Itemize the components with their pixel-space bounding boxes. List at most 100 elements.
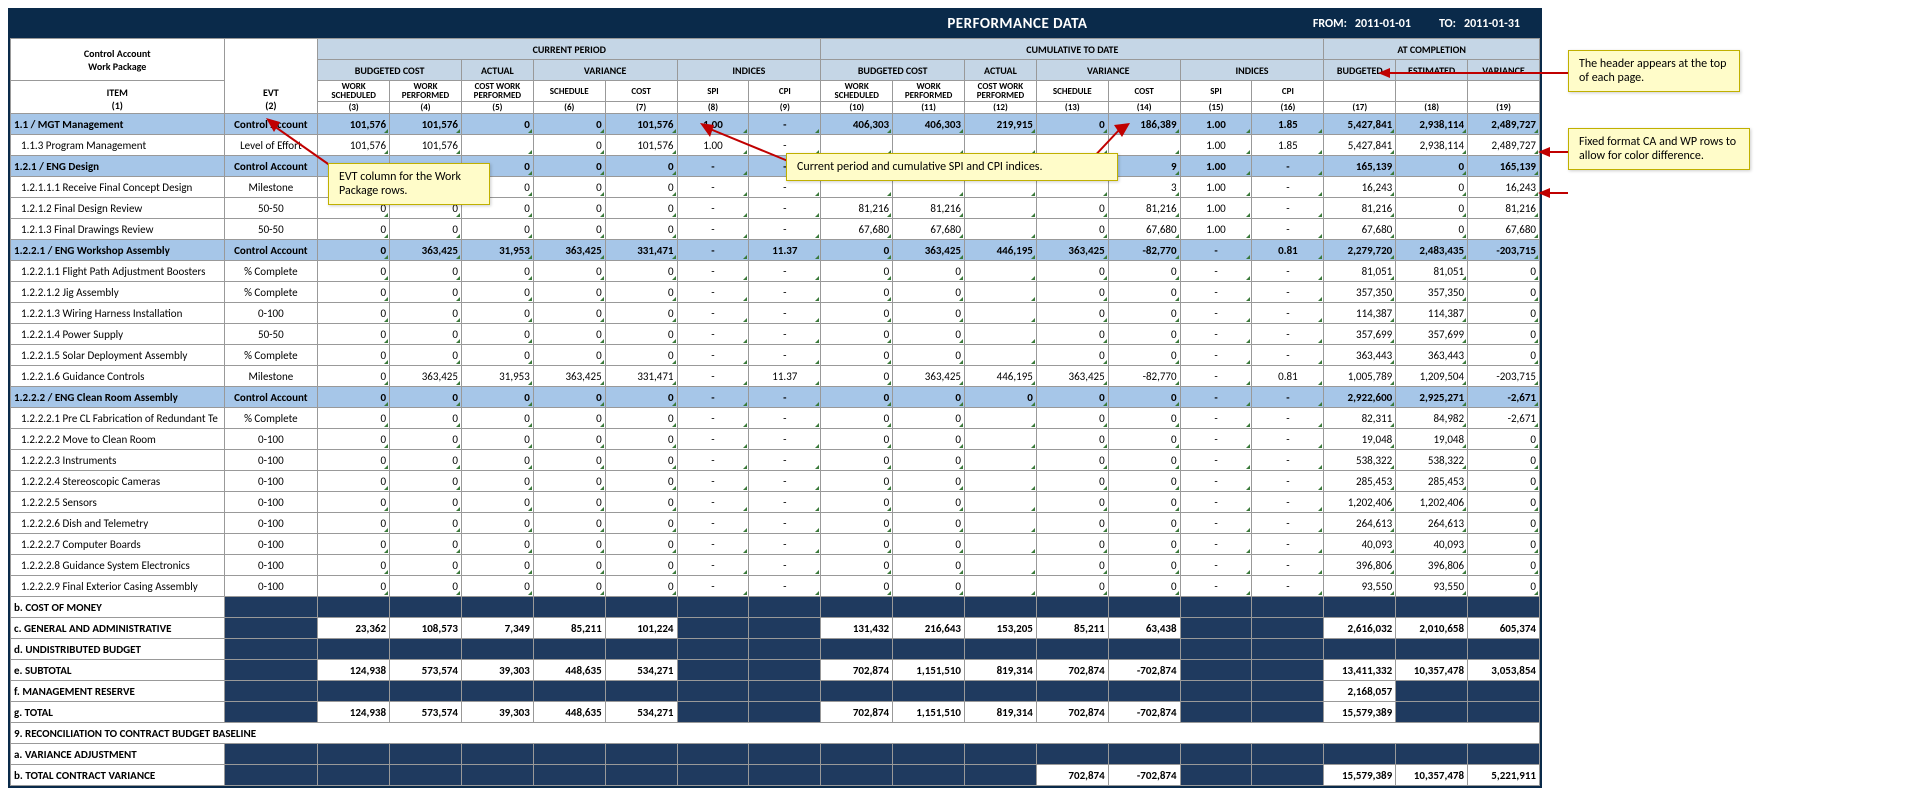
data-cell: 1.00	[1180, 135, 1252, 156]
data-cell: -	[749, 471, 821, 492]
data-cell: 0	[605, 156, 677, 177]
data-cell: 0	[893, 408, 965, 429]
data-cell: -	[677, 324, 749, 345]
evt-cell: 0-100	[224, 576, 318, 597]
data-cell: 0	[893, 429, 965, 450]
data-cell: -	[1180, 324, 1252, 345]
data-cell: 0	[533, 408, 605, 429]
data-cell: 0	[533, 198, 605, 219]
data-cell: 0	[1468, 429, 1540, 450]
data-cell: 0	[893, 387, 965, 408]
data-cell: 81,216	[821, 198, 893, 219]
data-cell: 1.00	[1180, 114, 1252, 135]
data-cell: 0	[1108, 471, 1180, 492]
data-cell: 538,322	[1324, 450, 1396, 471]
data-cell: -	[1180, 387, 1252, 408]
data-cell	[965, 261, 1037, 282]
item-cell: 1.2.2.1.5 Solar Deployment Assembly	[11, 345, 225, 366]
data-cell: 0	[1108, 303, 1180, 324]
callout-header: The header appears at the top of each pa…	[1568, 50, 1740, 92]
table-row: 1.2.2.2.9 Final Exterior Casing Assembly…	[11, 576, 1540, 597]
title-bar: PERFORMANCE DATA FROM: 2011-01-01 TO: 20…	[10, 10, 1540, 38]
item-cell: 1.1.3 Program Management	[11, 135, 225, 156]
data-cell: 0	[1036, 555, 1108, 576]
data-cell: -	[749, 261, 821, 282]
item-cell: 1.2.2.2.3 Instruments	[11, 450, 225, 471]
data-cell: 81,216	[1468, 198, 1540, 219]
data-cell: 0	[821, 387, 893, 408]
data-cell: 81,051	[1396, 261, 1468, 282]
data-cell: -	[1180, 492, 1252, 513]
table-row: 1.2.2.2.8 Guidance System Electronics0-1…	[11, 555, 1540, 576]
data-cell: 40,093	[1396, 534, 1468, 555]
data-cell: 0	[461, 114, 533, 135]
data-cell: -	[677, 450, 749, 471]
data-cell: 0	[821, 513, 893, 534]
data-cell: 0	[1108, 408, 1180, 429]
data-cell: 0	[390, 492, 462, 513]
data-cell: -	[677, 408, 749, 429]
data-cell: 0	[461, 303, 533, 324]
data-cell: 0	[1468, 534, 1540, 555]
data-cell: 363,425	[1036, 240, 1108, 261]
data-cell: 0	[821, 282, 893, 303]
data-cell: -	[749, 303, 821, 324]
data-cell: -	[749, 282, 821, 303]
item-cell: 1.2.1.1.1 Receive Final Concept Design	[11, 177, 225, 198]
data-cell: 0	[605, 198, 677, 219]
table-row: 1.2.2.2.4 Stereoscopic Cameras0-10000000…	[11, 471, 1540, 492]
data-cell: 0	[1396, 219, 1468, 240]
summary-row: a. VARIANCE ADJUSTMENT	[11, 744, 1540, 765]
data-cell: 101,576	[390, 114, 462, 135]
data-cell: 0	[533, 177, 605, 198]
data-cell: -2,671	[1468, 387, 1540, 408]
to-date: 2011-01-31	[1464, 17, 1540, 31]
data-cell: 0	[605, 471, 677, 492]
data-cell: 0	[821, 261, 893, 282]
data-cell: 1.85	[1252, 114, 1324, 135]
data-cell: -	[1252, 156, 1324, 177]
data-cell: 0	[1108, 534, 1180, 555]
data-cell: 0	[318, 513, 390, 534]
data-cell: 0	[1468, 513, 1540, 534]
evt-cell: Control Account	[224, 387, 318, 408]
table-row: 1.2.2.2.5 Sensors0-10000000--0000--1,202…	[11, 492, 1540, 513]
data-cell: -	[1252, 492, 1324, 513]
item-cell: 1.2.2.2.8 Guidance System Electronics	[11, 555, 225, 576]
data-cell: 0	[893, 450, 965, 471]
data-cell: 0	[390, 387, 462, 408]
data-cell: 0	[893, 492, 965, 513]
data-cell: -82,770	[1108, 366, 1180, 387]
data-cell: -	[1252, 513, 1324, 534]
data-cell: 0	[605, 450, 677, 471]
data-cell: 0	[1468, 555, 1540, 576]
data-cell: 0	[1036, 261, 1108, 282]
data-cell: 1,005,789	[1324, 366, 1396, 387]
data-cell	[965, 513, 1037, 534]
data-cell: 357,699	[1396, 324, 1468, 345]
table-row: 1.2.2.1.1 Flight Path Adjustment Booster…	[11, 261, 1540, 282]
data-cell: 16,243	[1468, 177, 1540, 198]
data-cell: 5,427,841	[1324, 135, 1396, 156]
hdr-ca-wp: Control Account Work Package	[11, 39, 225, 81]
evt-cell: Control Account	[224, 240, 318, 261]
data-cell	[965, 345, 1037, 366]
data-cell: 0	[533, 450, 605, 471]
data-cell: 0	[893, 261, 965, 282]
data-cell: -	[1252, 387, 1324, 408]
data-cell: 1,202,406	[1396, 492, 1468, 513]
evt-cell: Milestone	[224, 366, 318, 387]
data-cell: 1.85	[1252, 135, 1324, 156]
data-cell: 0	[605, 492, 677, 513]
summary-row: g. TOTAL124,938573,57439,303448,635534,2…	[11, 702, 1540, 723]
data-cell: -	[677, 429, 749, 450]
data-cell: 0	[390, 261, 462, 282]
data-cell: 0	[821, 555, 893, 576]
item-cell: 1.2.2.1.6 Guidance Controls	[11, 366, 225, 387]
data-cell: 0	[318, 282, 390, 303]
data-cell: 0	[461, 471, 533, 492]
data-cell: 0	[318, 240, 390, 261]
data-cell: 0	[318, 345, 390, 366]
data-cell: 0	[390, 429, 462, 450]
data-cell: 31,953	[461, 366, 533, 387]
